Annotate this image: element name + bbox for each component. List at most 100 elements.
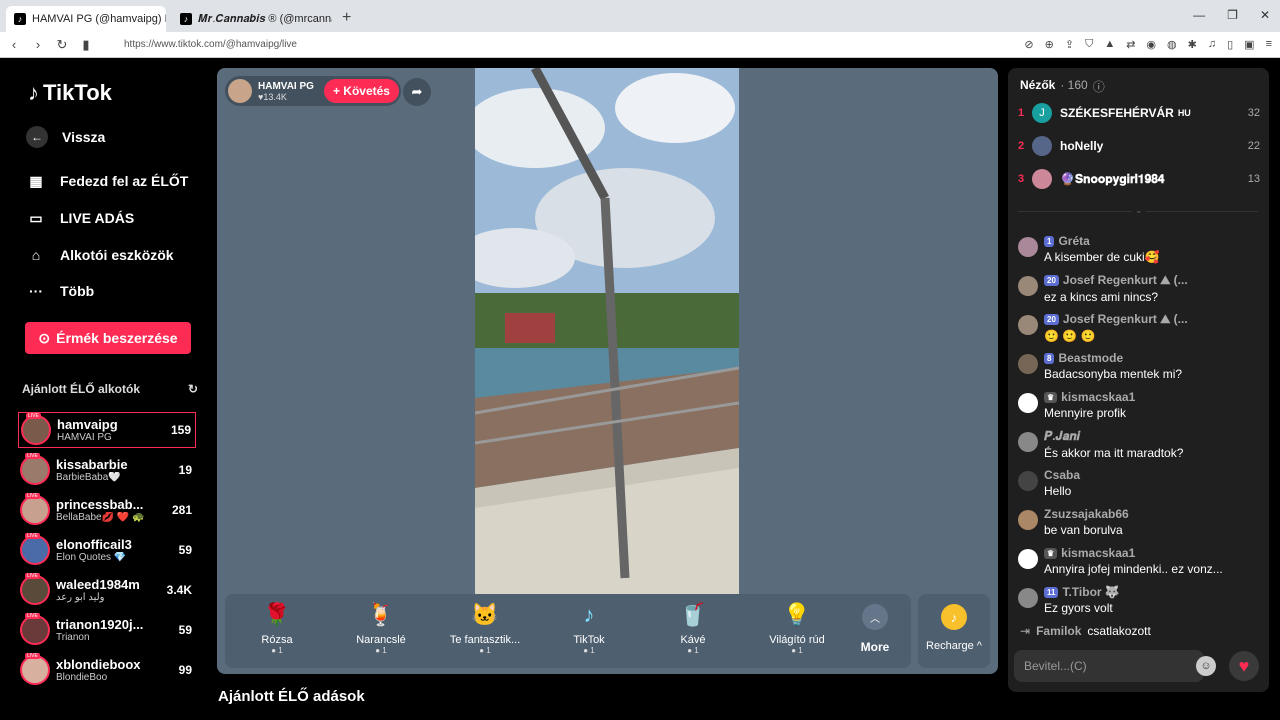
avatar[interactable] xyxy=(1018,315,1038,335)
gift-item[interactable]: 🥤 Kávé ● 1 xyxy=(641,602,745,655)
avatar xyxy=(1032,169,1052,189)
calendar-tv-icon: ▦ xyxy=(29,172,43,189)
chat-username[interactable]: Josef Regenkurt ⛰ (... xyxy=(1063,312,1188,327)
creator-item[interactable]: LIVE princessbab... BellaBabe💋 ❤️ 🐢 281 xyxy=(18,492,196,528)
get-coins-button[interactable]: ⊙ Érmék beszerzése xyxy=(25,322,191,354)
help-icon[interactable]: ⓘ xyxy=(1093,78,1105,95)
gift-price-value: 1 xyxy=(590,646,595,655)
minimize-icon[interactable]: — xyxy=(1193,8,1205,22)
avatar[interactable] xyxy=(1018,432,1038,452)
avatar[interactable] xyxy=(1018,549,1038,569)
menu-icon[interactable]: ≡ xyxy=(1266,38,1272,51)
chat-username[interactable]: 𝑷.𝑱𝒂𝒏𝒊 xyxy=(1044,429,1080,444)
chat-input[interactable]: Bevitel...(C) xyxy=(1014,650,1204,682)
creator-name: elonofficail3 xyxy=(56,537,132,552)
zoom-icon[interactable]: ⊕ xyxy=(1045,38,1054,51)
nav-more[interactable]: ··· Több xyxy=(26,281,94,301)
forward-arrow-icon[interactable]: › xyxy=(28,37,48,52)
creator-item[interactable]: LIVE trianon1920j... Trianon 59 xyxy=(18,612,196,648)
chat-text: Annyira jofej mindenki.. ez vonz... xyxy=(1044,562,1223,576)
nav-go-live[interactable]: ▭ LIVE ADÁS xyxy=(26,208,134,228)
browser-tab[interactable]: ♪ 𝑴𝒓.𝑪𝒂𝒏𝒏𝒂𝒃𝒊𝒔 ® (@mrcannab ✕ xyxy=(172,6,332,32)
chat-message: Zsuzsajakab66 be van borulva xyxy=(1018,507,1258,537)
reload-icon[interactable]: ↻ xyxy=(52,37,72,53)
extension-icon[interactable]: ▲ xyxy=(1104,38,1115,51)
browser-tab-active[interactable]: ♪ HAMVAI PG (@hamvaipg) ÉL ✕ xyxy=(6,6,166,32)
chat-username[interactable]: Zsuzsajakab66 xyxy=(1044,507,1129,521)
extension-icon[interactable]: ◍ xyxy=(1167,38,1177,51)
gift-bar: 🌹 Rózsa ● 1 🍹 Narancslé ● 1 🐱 Te fantasz… xyxy=(225,594,911,668)
back-arrow-icon[interactable]: ‹ xyxy=(4,37,24,52)
chevron-down-icon[interactable]: ⌄ xyxy=(1132,205,1146,216)
back-button[interactable]: ← Vissza xyxy=(26,126,105,148)
host-name[interactable]: HAMVAI PG xyxy=(258,81,314,92)
new-tab-icon[interactable]: + xyxy=(342,9,351,27)
heart-icon[interactable]: ♥ xyxy=(1229,651,1259,681)
gift-item[interactable]: 🌹 Rózsa ● 1 xyxy=(225,602,329,655)
live-badge: LIVE xyxy=(25,653,40,659)
avatar[interactable] xyxy=(1018,354,1038,374)
gift-item[interactable]: 🍹 Narancslé ● 1 xyxy=(329,602,433,655)
creator-item[interactable]: LIVE elonofficail3 Elon Quotes 💎 59 xyxy=(18,532,196,568)
creator-item[interactable]: LIVE kissabarbie BarbieBaba🤍 19 xyxy=(18,452,196,488)
level-badge: 11 xyxy=(1044,586,1059,598)
chat-username[interactable]: Beastmode xyxy=(1058,351,1123,365)
close-window-icon[interactable]: ✕ xyxy=(1260,8,1270,22)
more-gifts-button[interactable]: ︿ More xyxy=(845,604,905,654)
chat-username[interactable]: Gréta xyxy=(1058,234,1089,248)
coins-label: Érmék beszerzése xyxy=(56,330,178,346)
avatar[interactable] xyxy=(1018,471,1038,491)
chat-username[interactable]: Csaba xyxy=(1044,468,1080,482)
joined-username[interactable]: Familok xyxy=(1036,624,1081,638)
url-field[interactable]: https://www.tiktok.com/@hamvaipg/live xyxy=(124,39,297,50)
chat-username[interactable]: T.Tibor 🐺 xyxy=(1062,585,1119,599)
chat-message: 20 Josef Regenkurt ⛰ (... ez a kincs ami … xyxy=(1018,273,1258,304)
avatar[interactable] xyxy=(1018,510,1038,530)
nav-explore-live[interactable]: ▦ Fedezd fel az ÉLŐT xyxy=(26,171,188,191)
gift-item[interactable]: 💡 Világító rúd ● 1 xyxy=(745,602,849,655)
gift-name: Kávé xyxy=(680,634,706,646)
chat-username[interactable]: kismacskaa1 xyxy=(1061,390,1135,404)
chat-message: Csaba Hello xyxy=(1018,468,1258,498)
avatar[interactable] xyxy=(1018,237,1038,257)
gift-item[interactable]: 🐱 Te fantasztik... ● 1 xyxy=(433,602,537,655)
live-video[interactable] xyxy=(475,68,739,594)
share-icon[interactable]: ➦ xyxy=(403,78,431,106)
nav-creator-tools[interactable]: ⌂ Alkotói eszközök xyxy=(26,245,174,265)
recharge-button[interactable]: ♪ Recharge ^ xyxy=(918,594,990,668)
live-badge: LIVE xyxy=(25,453,40,459)
top-viewer-row[interactable]: 2 hoNelly 22 xyxy=(1018,134,1260,158)
gift-price-value: 1 xyxy=(382,646,387,655)
wallet-icon[interactable]: ▣ xyxy=(1244,38,1254,51)
avatar[interactable] xyxy=(1018,588,1038,608)
host-avatar[interactable] xyxy=(228,79,252,103)
chat-username[interactable]: Josef Regenkurt ⛰ (... xyxy=(1063,273,1188,288)
creator-item[interactable]: LIVE waleed1984m وليد ابو رعد 3.4K xyxy=(18,572,196,608)
creator-name: hamvaipg xyxy=(57,417,118,432)
avatar[interactable] xyxy=(1018,393,1038,413)
nav-label: Fedezd fel az ÉLŐT xyxy=(60,173,189,189)
chat-username[interactable]: kismacskaa1 xyxy=(1061,546,1135,560)
avatar[interactable] xyxy=(1018,276,1038,296)
music-icon[interactable]: ♫ xyxy=(1208,38,1216,51)
gift-item[interactable]: ♪ TikTok ● 1 xyxy=(537,602,641,655)
extension-icon[interactable]: ✱ xyxy=(1188,38,1197,51)
tiktok-logo[interactable]: ♪ TikTok xyxy=(28,80,112,106)
follow-button[interactable]: + Követés xyxy=(323,79,399,103)
extension-icon[interactable]: ◉ xyxy=(1146,38,1156,51)
creator-nickname: Trianon xyxy=(56,632,90,643)
translate-icon[interactable]: ⇄ xyxy=(1126,38,1135,51)
sidebar-icon[interactable]: ▯ xyxy=(1227,38,1233,51)
share-page-icon[interactable]: ⇪ xyxy=(1065,38,1074,51)
maximize-icon[interactable]: ❐ xyxy=(1227,8,1238,22)
creator-item[interactable]: LIVE hamvaipg HAMVAI PG 159 xyxy=(18,412,196,448)
extension-icon[interactable]: ⊘ xyxy=(1024,38,1033,51)
bookmark-icon[interactable]: ▮ xyxy=(76,37,96,53)
top-viewer-row[interactable]: 1 J SZÉKESFEHÉRVÁR HU 32 xyxy=(1018,101,1260,125)
live-player: HAMVAI PG ♥13.4K + Követés ➦ 🌹 Rózsa ● 1… xyxy=(217,68,998,674)
top-viewer-row[interactable]: 3 🔮𝐒𝐧𝐨𝐨𝐩𝐲𝐠𝐢𝐫𝐥𝟏𝟗𝟖𝟒 13 xyxy=(1018,167,1260,191)
refresh-icon[interactable]: ↻ xyxy=(188,382,198,396)
creator-item[interactable]: LIVE xblondieboox BlondieBoo 99 xyxy=(18,652,196,688)
emoji-icon[interactable]: ☺ xyxy=(1196,656,1216,676)
shield-icon[interactable]: ⛉ xyxy=(1085,38,1093,51)
